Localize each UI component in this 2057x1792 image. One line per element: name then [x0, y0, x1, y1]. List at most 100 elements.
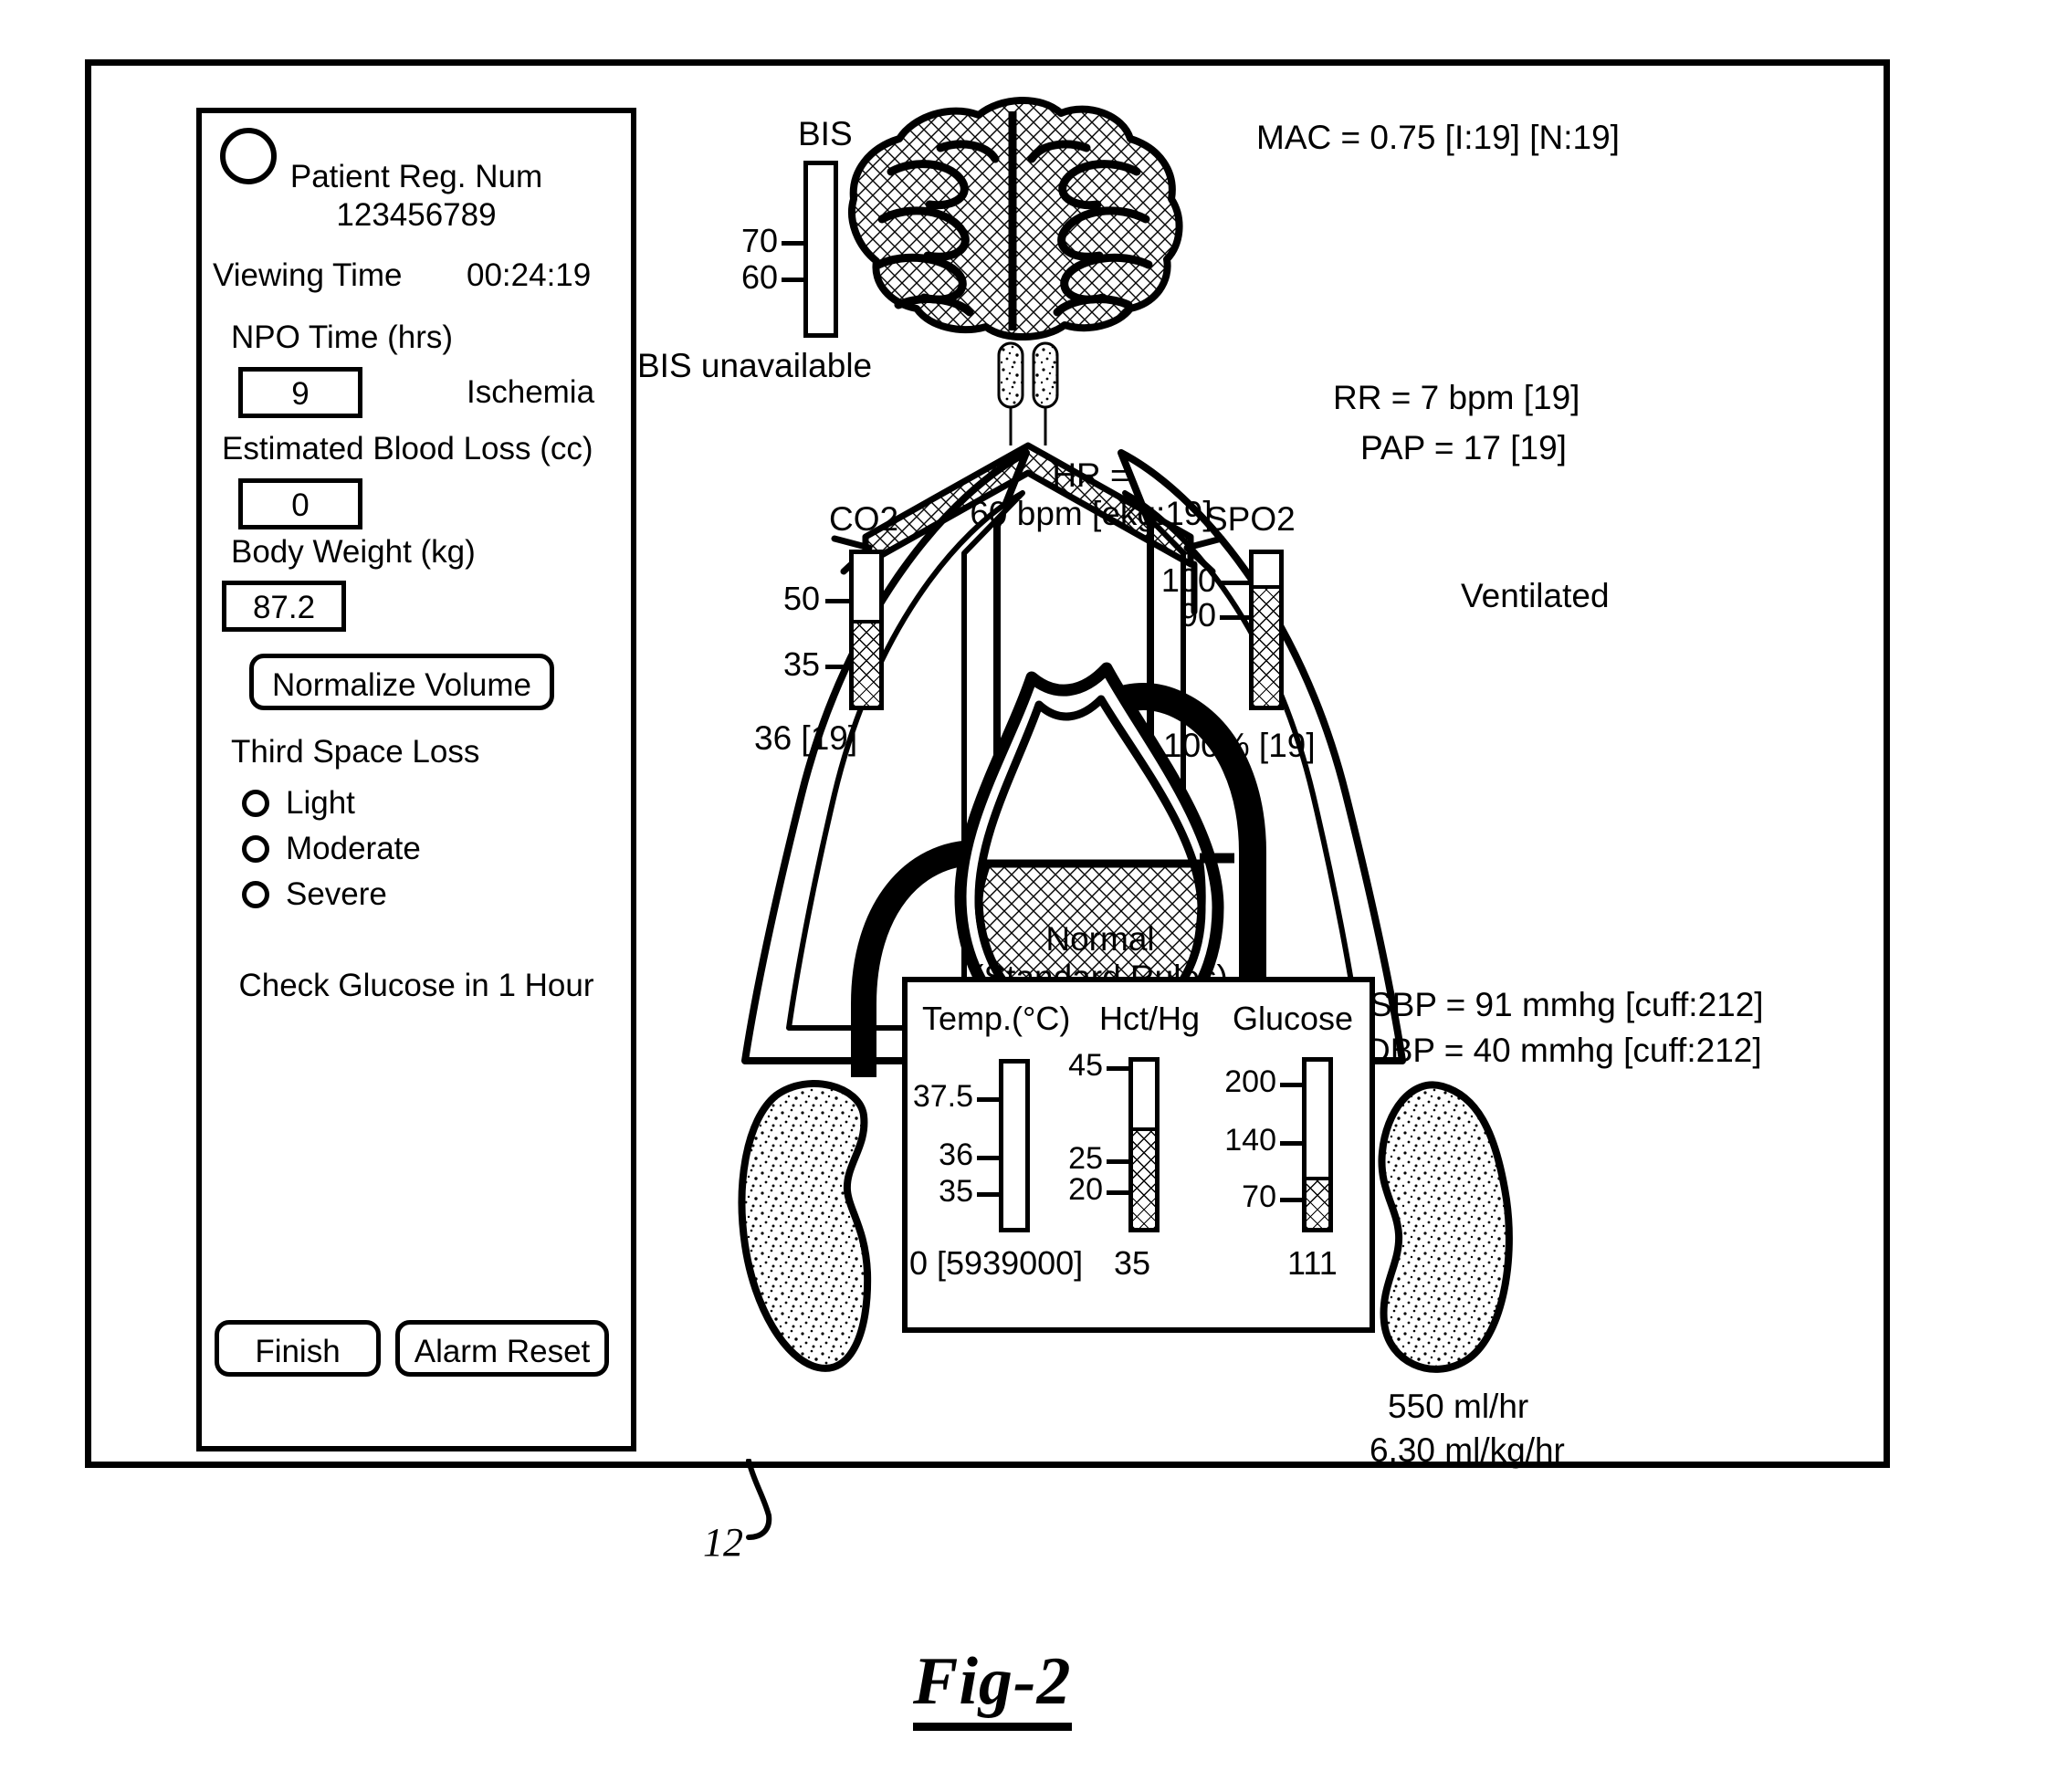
radio-third-space-moderate[interactable]: Moderate [242, 831, 421, 867]
patient-reg-num-label: Patient Reg. Num [289, 159, 543, 194]
co2-value: 36 [19] [754, 719, 858, 757]
third-space-loss-label: Third Space Loss [231, 734, 480, 770]
radio-label-moderate: Moderate [286, 831, 421, 866]
temp-gauge-bar [999, 1059, 1030, 1232]
co2-tick-label-50: 50 [782, 580, 820, 617]
urine-rate-readout: 550 ml/hr [1388, 1388, 1529, 1425]
hct-tick-20 [1107, 1190, 1130, 1195]
hct-tick-label-20: 20 [1068, 1172, 1103, 1207]
radio-circle-icon [242, 881, 269, 908]
bis-tick-60 [782, 278, 805, 282]
spo2-tick-label-100: 100 [1160, 561, 1216, 599]
bis-gauge-label: BIS [798, 115, 853, 152]
normalize-volume-button[interactable]: Normalize Volume [249, 654, 554, 710]
glucose-tick-label-70: 70 [1242, 1179, 1276, 1214]
spo2-tick-label-90: 90 [1179, 596, 1216, 634]
glucose-tick-label-140: 140 [1224, 1123, 1276, 1158]
co2-gauge-fill [854, 620, 879, 706]
kidney-right-icon [1378, 1081, 1513, 1373]
glucose-value: 111 [1287, 1244, 1338, 1282]
temp-tick-label-375: 37.5 [912, 1079, 973, 1114]
dbp-readout: DBP = 40 mmhg [cuff:212] [1366, 1032, 1762, 1069]
bis-gauge-bar [803, 161, 838, 338]
radio-circle-icon [242, 790, 269, 817]
temp-tick-36 [977, 1156, 1001, 1160]
temp-tick-label-35: 35 [939, 1174, 973, 1209]
co2-gauge: CO2 50 35 36 [19] [754, 500, 1021, 755]
hct-tick-label-25: 25 [1068, 1141, 1103, 1176]
bis-tick-label-70: 70 [740, 222, 778, 259]
co2-gauge-label: CO2 [829, 500, 899, 538]
co2-tick-label-35: 35 [782, 645, 820, 683]
temp-tick-35 [977, 1192, 1001, 1197]
rr-readout: RR = 7 bpm [19] [1333, 379, 1580, 416]
glucose-tick-140 [1280, 1141, 1304, 1146]
spo2-gauge-bar [1249, 550, 1284, 710]
alarm-reset-button[interactable]: Alarm Reset [395, 1320, 609, 1377]
spo2-tick-100 [1220, 581, 1251, 585]
glucose-gauge-fill [1307, 1177, 1328, 1228]
bis-gauge: BIS 70 60 BIS unavailable [637, 115, 984, 383]
reference-number: 12 [703, 1520, 743, 1565]
figure-caption-text: Fig-2 [913, 1644, 1072, 1731]
hr-label: HR = [1052, 456, 1130, 494]
glucose-gauge-label: Glucose [1233, 1000, 1354, 1037]
body-weight-input[interactable]: 87.2 [222, 581, 346, 632]
temp-tick-375 [977, 1097, 1001, 1102]
viewing-time-value: 00:24:19 [467, 257, 592, 293]
patient-control-panel: Patient Reg. Num 123456789 Viewing Time … [196, 108, 636, 1451]
figure-caption: Fig-2 [913, 1643, 1072, 1731]
co2-gauge-bar [849, 550, 884, 710]
sbp-readout: SBP = 91 mmhg [cuff:212] [1370, 986, 1764, 1023]
hct-value: 35 [1114, 1244, 1151, 1282]
hct-tick-45 [1107, 1066, 1130, 1071]
glucose-gauge: Glucose 200 140 70 111 [1209, 982, 1373, 1329]
temp-gauge-label: Temp.(°C) [922, 1000, 1071, 1037]
carotid-vessels-icon [997, 341, 1059, 445]
urine-rate-weighted-readout: 6.30 ml/kg/hr [1370, 1431, 1565, 1469]
bis-status-text: BIS unavailable [637, 347, 873, 384]
estimated-blood-loss-label: Estimated Blood Loss (cc) [222, 431, 593, 466]
patent-figure-page: Patient Reg. Num 123456789 Viewing Time … [0, 0, 2057, 1792]
npo-time-input[interactable]: 9 [238, 367, 362, 418]
radio-third-space-light[interactable]: Light [242, 785, 355, 822]
spo2-gauge: SPO2 100 90 100% [19] [1161, 500, 1439, 762]
spo2-value: 100% [19] [1163, 727, 1316, 764]
bis-tick-label-60: 60 [740, 258, 778, 296]
radio-third-space-severe[interactable]: Severe [242, 876, 387, 913]
hct-gauge-bar [1128, 1057, 1160, 1232]
hct-tick-25 [1107, 1159, 1130, 1164]
glucose-tick-70 [1280, 1198, 1304, 1202]
npo-time-label: NPO Time (hrs) [231, 320, 454, 355]
spo2-gauge-label: SPO2 [1205, 500, 1296, 538]
temp-tick-label-36: 36 [939, 1137, 973, 1172]
hct-tick-label-45: 45 [1068, 1048, 1103, 1083]
glucose-gauge-bar [1302, 1057, 1333, 1232]
ischemia-status-label: Ischemia [467, 374, 595, 410]
co2-tick-35 [825, 665, 851, 669]
temp-value: 0 [5939000] [909, 1244, 1084, 1282]
finish-button[interactable]: Finish [215, 1320, 381, 1377]
glucose-tick-200 [1280, 1083, 1304, 1087]
mac-readout: MAC = 0.75 [I:19] [N:19] [1256, 119, 1620, 156]
estimated-blood-loss-input[interactable]: 0 [238, 478, 362, 529]
ventilated-status: Ventilated [1461, 577, 1610, 614]
viewing-time-label: Viewing Time [213, 257, 403, 293]
radio-label-light: Light [286, 785, 355, 821]
radio-circle-icon [242, 835, 269, 863]
hct-gauge-label: Hct/Hg [1099, 1000, 1201, 1037]
body-weight-label: Body Weight (kg) [231, 534, 476, 570]
pap-readout: PAP = 17 [19] [1360, 429, 1567, 466]
bis-tick-70 [782, 241, 805, 246]
glucose-tick-label-200: 200 [1224, 1064, 1276, 1099]
patient-reg-num-value: 123456789 [336, 197, 497, 233]
spo2-gauge-fill [1254, 585, 1279, 706]
spo2-tick-90 [1220, 615, 1251, 620]
co2-tick-50 [825, 599, 851, 603]
hct-gauge: Hct/Hg 45 25 20 35 [1068, 982, 1214, 1329]
rules-line1: Normal [1045, 920, 1155, 958]
radio-label-severe: Severe [286, 876, 387, 912]
anatomy-diagram: BIS 70 60 BIS unavailable MAC = 0.75 [I:… [637, 64, 1890, 1470]
lab-values-panel: Temp.(°C) 37.5 36 35 0 [5939000] Hct/Hg … [902, 977, 1375, 1333]
kidney-left-icon [738, 1080, 872, 1372]
